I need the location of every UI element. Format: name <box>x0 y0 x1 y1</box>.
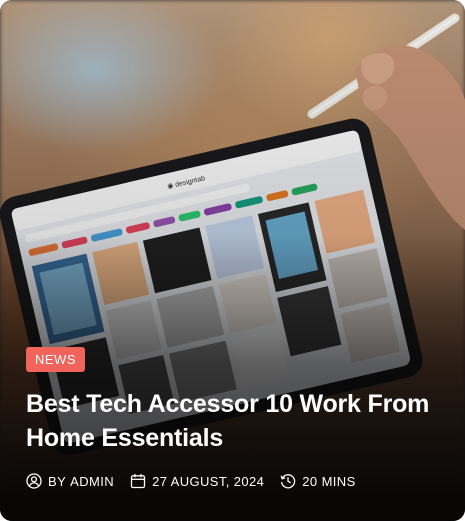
category-badge[interactable]: NEWS <box>26 347 85 372</box>
post-card-content: NEWS Best Tech Accessor 10 Work From Hom… <box>26 347 445 489</box>
user-circle-icon <box>26 473 42 489</box>
date-text: 27 AUGUST, 2024 <box>152 473 265 489</box>
calendar-icon <box>130 474 146 489</box>
read-time-text: 20 MINS <box>302 473 356 489</box>
post-title[interactable]: Best Tech Accessor 10 Work From Home Ess… <box>26 387 445 455</box>
author-prefix: BY <box>48 473 67 489</box>
post-read-time: 20 MINS <box>280 473 355 489</box>
clock-icon <box>280 474 296 489</box>
author-link[interactable]: ADMIN <box>70 474 114 489</box>
post-meta: BY ADMIN 27 AUGUST, 2024 20 MINS <box>26 473 445 489</box>
post-card[interactable]: ◉ designtab <box>0 0 465 521</box>
post-author[interactable]: BY ADMIN <box>26 473 114 489</box>
post-date: 27 AUGUST, 2024 <box>130 473 264 489</box>
